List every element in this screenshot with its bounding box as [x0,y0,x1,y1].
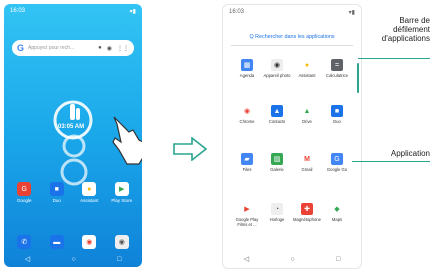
home-screen: 16:03 ▾▮ G Appuyez pour rech... ● ◉ ⋮⋮ 0… [4,4,142,267]
app-item[interactable]: ◔ Horloge [263,203,291,227]
dock-row-2: ✆ ▬ ◉ ◉ [8,235,138,249]
app-item[interactable]: M Gmail [293,153,321,172]
clock-icon: ◔ [271,203,283,215]
app-label: Duo [52,198,61,203]
google-icon: G [17,43,25,53]
search-placeholder: Appuyez pour rech... [28,45,75,51]
gmail-icon: M [301,153,313,165]
app-item[interactable]: ✚ Magnétophone [293,203,321,227]
app-label: Play Store [111,198,133,203]
mic-icon[interactable]: ● [98,45,102,51]
app-label: Horloge [269,217,285,222]
app-label: Duo [333,119,341,124]
app-item[interactable]: ● Assistant [293,59,321,78]
app-item[interactable]: ▨ Galerie [263,153,291,172]
recorder-icon: ✚ [301,203,313,215]
app-label: Agenda [239,73,255,78]
app-item[interactable]: = Calculatrice [323,59,351,78]
google-icon: G [17,182,32,196]
app-row: ▶ Google Play Films et ... ◔ Horloge ✚ M… [233,203,351,227]
status-time: 16:03 [10,8,26,14]
nav-bar: ◁ ○ □ [223,252,361,266]
dock-row-1: G Google ■ Duo ● Assistant ▶ Play Store [8,182,138,203]
recents-icon[interactable]: □ [336,256,340,263]
status-icons: ▾▮ [348,10,355,16]
clock-text: 03:05 AM [58,124,85,130]
app-row: ◉ Chrome ▲ Contacts ▲ Drive ■ Duo [233,105,351,124]
scrollbar-annotation: Barre de défilement d'applications [381,16,430,43]
app-label: Assistant [80,198,99,203]
hand-gesture-icon [112,116,142,165]
video-icon: ■ [331,105,343,117]
arrow-right-icon [173,137,208,161]
home-icon[interactable]: ○ [290,256,294,263]
status-time: 16:03 [229,9,245,15]
dock-app[interactable]: G Google [10,182,38,203]
app-item[interactable]: ▲ Drive [293,105,321,124]
maps-icon: ◆ [331,203,343,215]
message-icon[interactable]: ▬ [49,235,64,249]
grid-icon[interactable]: ⋮⋮ [117,45,129,52]
app-item[interactable]: G Google Go [323,153,351,172]
calculator-icon: = [331,59,343,71]
gallery-icon: ▨ [271,153,283,165]
app-label: Google [16,198,32,203]
app-label: Gmail [301,167,313,172]
lens-icon[interactable]: ◉ [107,45,112,52]
app-label: Chrome [239,119,255,124]
drive-icon: ▲ [301,105,313,117]
back-icon[interactable]: ◁ [244,255,249,263]
google-go-icon: G [331,153,343,165]
app-row: ▦ Agenda ◉ Appareil photo ● Assistant = … [233,59,351,78]
app-label: Appareil photo [263,73,291,78]
chrome-icon[interactable]: ◉ [82,235,97,249]
app-label: Maps [331,217,343,222]
app-drawer: 16:03 ▾▮ Q Rechercher dans les applicati… [222,4,362,269]
app-item[interactable]: ◆ Maps [323,203,351,227]
app-label: Files [242,167,252,172]
play-films-icon: ▶ [241,203,253,215]
video-icon: ■ [49,182,64,196]
files-icon: ▰ [241,153,253,165]
app-item[interactable]: ◉ Appareil photo [263,59,291,78]
app-scrollbar[interactable] [357,63,359,93]
app-label: Google Play Films et ... [235,217,259,227]
app-item[interactable]: ■ Duo [323,105,351,124]
back-icon[interactable]: ◁ [25,255,30,263]
contacts-icon: ▲ [271,105,283,117]
camera-icon[interactable]: ◉ [114,235,129,249]
app-label: Assistant [298,73,316,78]
app-item[interactable]: ◉ Chrome [233,105,261,124]
app-item[interactable]: ▰ Files [233,153,261,172]
app-label: Drive [302,119,312,124]
dock-app[interactable]: ▶ Play Store [108,182,136,203]
home-icon[interactable]: ○ [71,256,75,263]
play-icon: ▶ [114,182,129,196]
application-annotation: Application [390,149,430,158]
status-icons: ▾▮ [129,9,136,15]
app-search-bar[interactable]: Q Rechercher dans les applications [231,29,353,46]
app-label: Galerie [270,167,284,172]
app-label: Contacts [268,119,286,124]
app-row: ▰ Files ▨ Galerie M Gmail G Google Go [233,153,351,172]
app-label: Calculatrice [326,73,348,78]
app-item[interactable]: ▦ Agenda [233,59,261,78]
recents-icon[interactable]: □ [117,256,121,263]
application-pointer-line [352,161,430,162]
search-widget[interactable]: G Appuyez pour rech... ● ◉ ⋮⋮ [12,40,134,56]
chrome-icon: ◉ [241,105,253,117]
app-label: Google Go [326,167,348,172]
scrollbar-pointer-line [358,58,430,59]
assistant-icon: ● [301,59,313,71]
nav-bar: ◁ ○ □ [4,253,142,265]
dock-app[interactable]: ■ Duo [43,182,71,203]
camera-icon: ◉ [271,59,283,71]
app-label: Magnétophone [293,217,321,222]
assistant-icon: ● [82,182,97,196]
calendar-icon: ▦ [241,59,253,71]
app-item[interactable]: ▶ Google Play Films et ... [233,203,261,227]
phone-icon[interactable]: ✆ [17,235,32,249]
dock-app[interactable]: ● Assistant [75,182,103,203]
app-item[interactable]: ▲ Contacts [263,105,291,124]
